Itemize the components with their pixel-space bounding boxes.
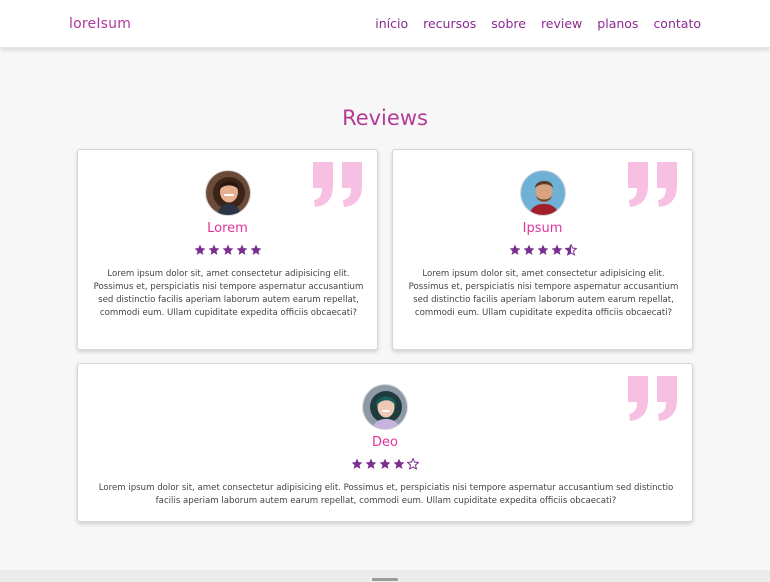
- star-icon-full: [250, 244, 261, 255]
- nav-link-inicio[interactable]: início: [375, 16, 408, 31]
- scroll-handle[interactable]: [372, 578, 398, 581]
- star-icon-full: [236, 244, 247, 255]
- nav-link-recursos[interactable]: recursos: [423, 16, 476, 31]
- quote-icon: [626, 160, 680, 208]
- rating-stars: [78, 458, 692, 470]
- rating-stars: [78, 244, 377, 256]
- star-icon-full: [551, 244, 562, 255]
- star-icon-full: [393, 458, 405, 469]
- nav-link-planos[interactable]: planos: [597, 16, 638, 31]
- quote-icon: [311, 160, 365, 208]
- review-card: Ipsum Lorem ipsum dolor sit, amet consec…: [392, 149, 693, 350]
- star-icon-full: [222, 244, 233, 255]
- star-icon-full: [365, 458, 377, 469]
- nav-link-sobre[interactable]: sobre: [491, 16, 526, 31]
- star-icon-half: [564, 244, 577, 256]
- star-icon-full: [537, 244, 548, 255]
- star-icon-empty: [407, 458, 419, 470]
- nav-menu: início recursos sobre review planos cont…: [375, 16, 701, 31]
- star-icon-full: [379, 458, 391, 469]
- top-navbar: loreIsum início recursos sobre review pl…: [0, 0, 770, 48]
- avatar: [520, 170, 566, 216]
- quote-icon: [626, 374, 680, 422]
- nav-link-contato[interactable]: contato: [653, 16, 701, 31]
- page: loreIsum início recursos sobre review pl…: [0, 0, 770, 582]
- rating-stars: [393, 244, 692, 256]
- reviewer-name: Lorem: [207, 221, 248, 236]
- star-icon-full: [351, 458, 363, 469]
- avatar: [205, 170, 251, 216]
- logo[interactable]: loreIsum: [69, 16, 131, 32]
- reviewer-name: Ipsum: [522, 221, 563, 236]
- nav-link-review[interactable]: review: [541, 16, 582, 31]
- star-icon-full: [194, 244, 205, 255]
- section-title: Reviews: [342, 106, 428, 130]
- star-icon-full: [208, 244, 219, 255]
- review-text: Lorem ipsum dolor sit, amet consectetur …: [408, 269, 679, 318]
- avatar: [362, 384, 408, 430]
- review-text: Lorem ipsum dolor sit, amet consectetur …: [98, 483, 674, 506]
- reviewer-name: Deo: [372, 435, 398, 450]
- star-icon-full: [523, 244, 534, 255]
- review-card: Lorem Lorem ipsum dolor sit, amet consec…: [77, 149, 378, 350]
- review-text: Lorem ipsum dolor sit, amet consectetur …: [93, 269, 364, 318]
- review-card: Deo Lorem ipsum dolor sit, amet consecte…: [77, 363, 693, 522]
- star-icon-full: [509, 244, 520, 255]
